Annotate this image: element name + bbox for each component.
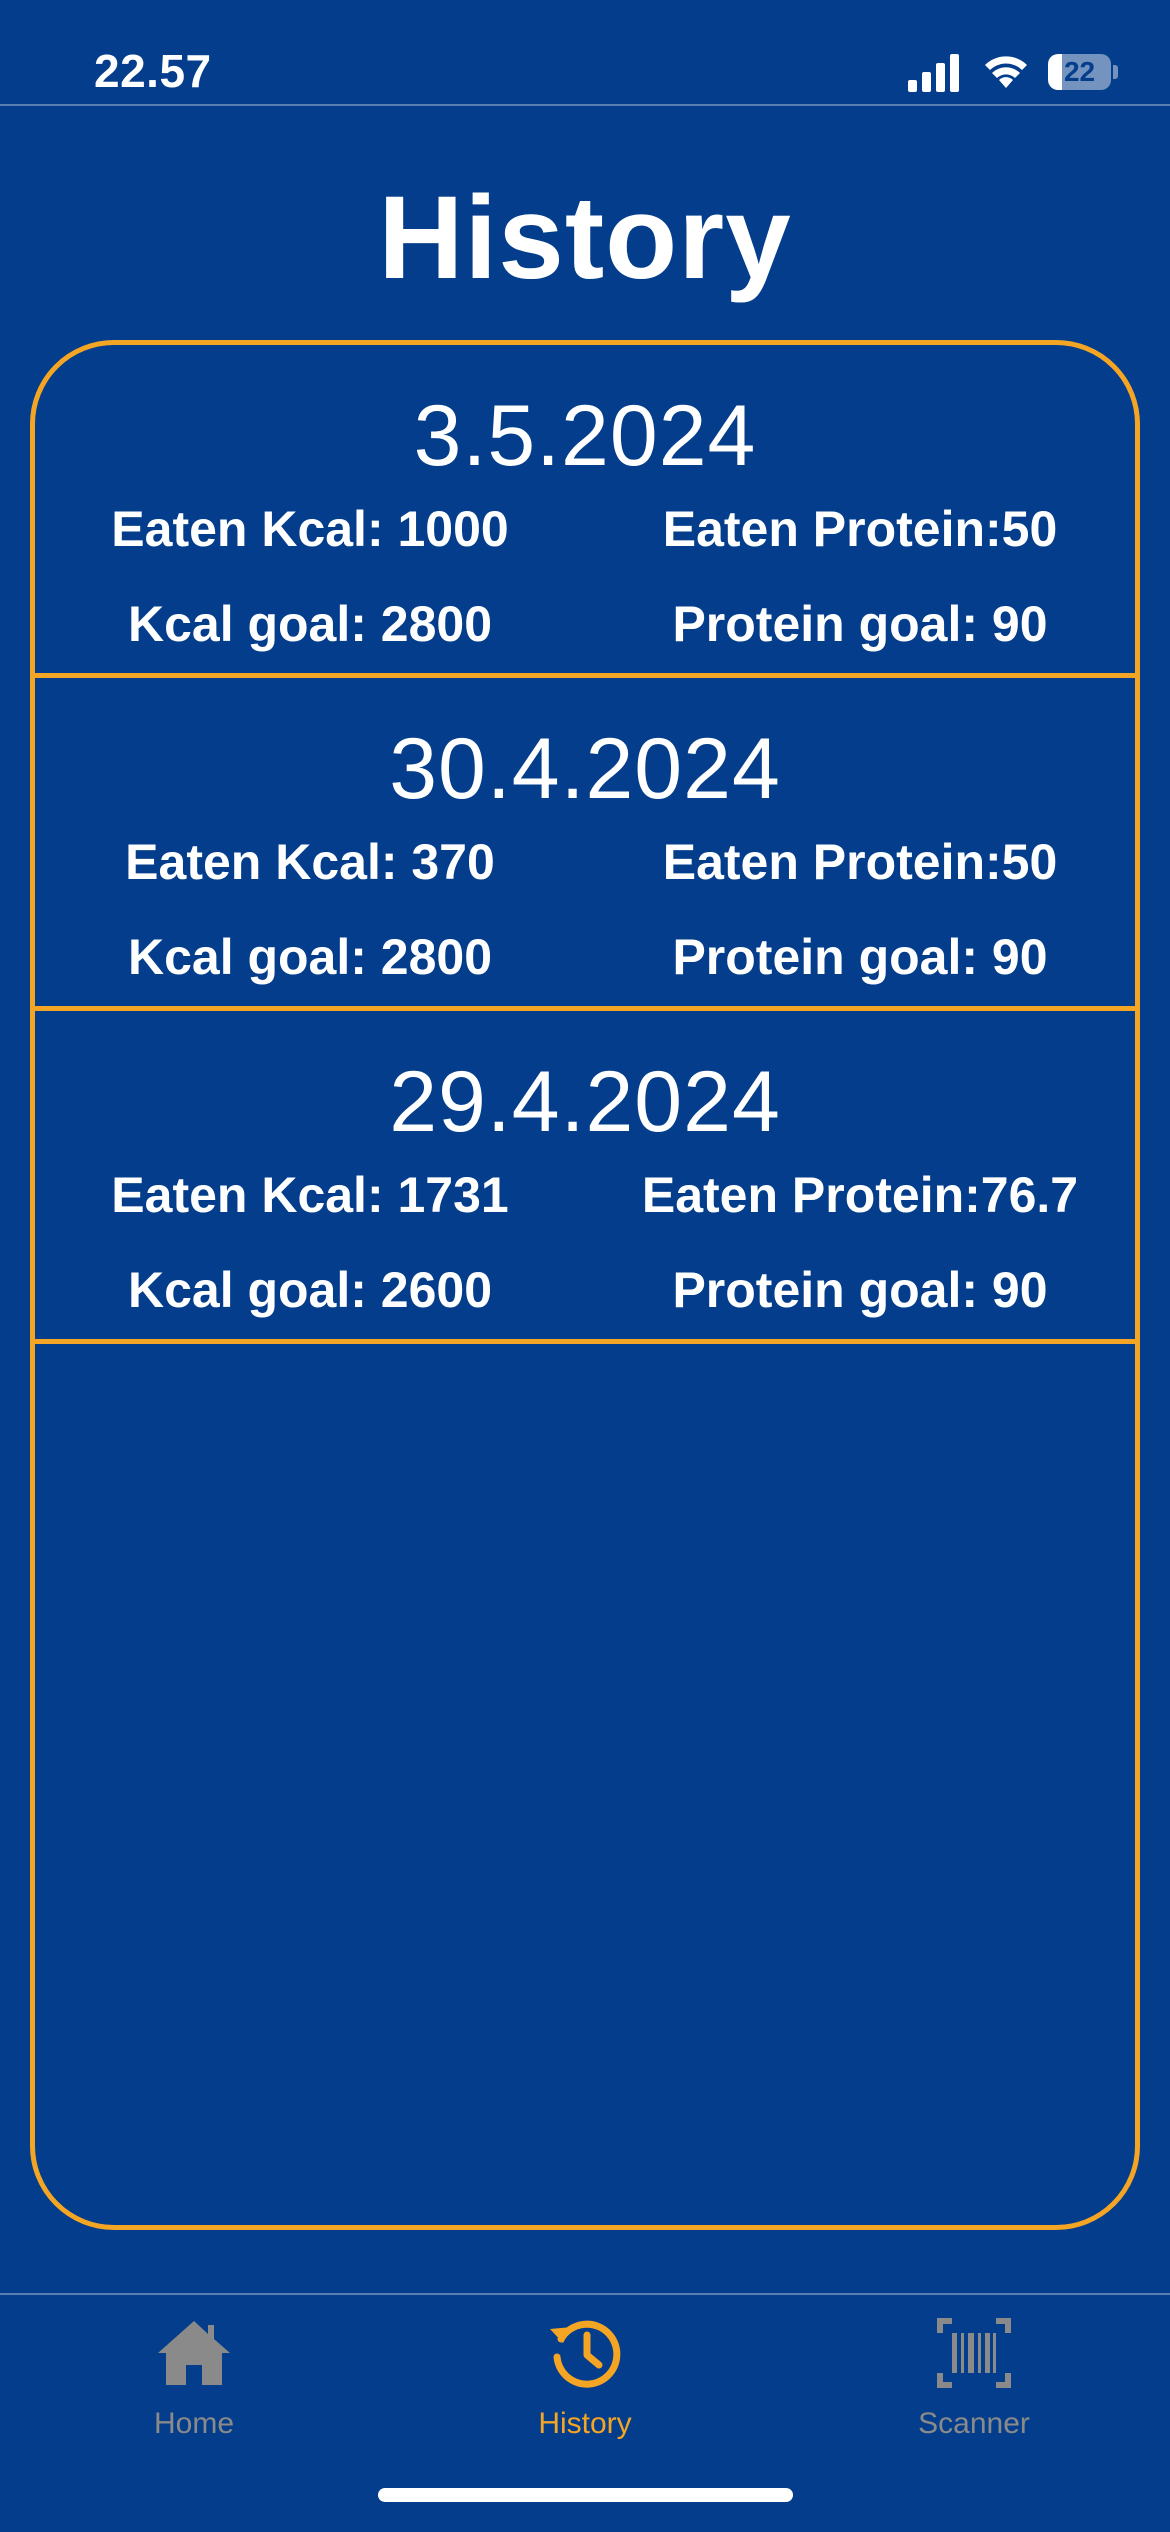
house-icon	[158, 2321, 230, 2385]
history-screen: 22.57 22 History 3.5.2024 Eaten Kcal: 10…	[0, 0, 1170, 2532]
tab-history-label: History	[538, 2407, 632, 2440]
status-bar: 22.57 22	[0, 0, 1170, 106]
history-list[interactable]: 3.5.2024 Eaten Kcal: 1000 Eaten Protein:…	[30, 340, 1140, 2230]
protein-goal: Protein goal: 90	[672, 929, 1048, 985]
entry-date: 29.4.2024	[389, 1054, 781, 1150]
barcode-scanner-icon	[937, 2318, 1011, 2388]
eaten-kcal: Eaten Kcal: 370	[125, 834, 495, 890]
eaten-protein: Eaten Protein:50	[662, 501, 1058, 557]
tab-scanner[interactable]: Scanner	[874, 2313, 1074, 2441]
battery-level: 22	[1063, 56, 1096, 87]
eaten-kcal: Eaten Kcal: 1000	[111, 501, 509, 557]
eaten-protein: Eaten Protein:50	[662, 834, 1058, 890]
entry-date: 30.4.2024	[389, 721, 781, 817]
tab-scanner-label: Scanner	[918, 2407, 1030, 2440]
kcal-goal: Kcal goal: 2800	[127, 929, 493, 985]
protein-goal: Protein goal: 90	[672, 596, 1048, 652]
history-clock-icon	[550, 2320, 621, 2388]
battery-icon: 22	[1048, 52, 1118, 92]
kcal-goal: Kcal goal: 2800	[127, 596, 493, 652]
wifi-icon	[985, 56, 1027, 88]
history-entry[interactable]: 3.5.2024 Eaten Kcal: 1000 Eaten Protein:…	[35, 345, 1135, 678]
tab-history[interactable]: History	[485, 2313, 685, 2441]
page-title: History	[378, 172, 792, 304]
kcal-goal: Kcal goal: 2600	[127, 1262, 493, 1318]
eaten-kcal: Eaten Kcal: 1731	[111, 1167, 509, 1223]
tab-home-label: Home	[153, 2407, 235, 2440]
history-entry[interactable]: 29.4.2024 Eaten Kcal: 1731 Eaten Protein…	[35, 1011, 1135, 1344]
home-indicator[interactable]	[378, 2488, 793, 2502]
history-entry[interactable]: 30.4.2024 Eaten Kcal: 370 Eaten Protein:…	[35, 678, 1135, 1011]
tab-home[interactable]: Home	[94, 2313, 294, 2441]
entry-date: 3.5.2024	[413, 388, 757, 484]
cellular-signal-icon	[908, 54, 959, 92]
eaten-protein: Eaten Protein:76.7	[641, 1167, 1079, 1223]
protein-goal: Protein goal: 90	[672, 1262, 1048, 1318]
status-indicators: 22	[906, 50, 1118, 94]
status-time: 22.57	[94, 45, 212, 97]
